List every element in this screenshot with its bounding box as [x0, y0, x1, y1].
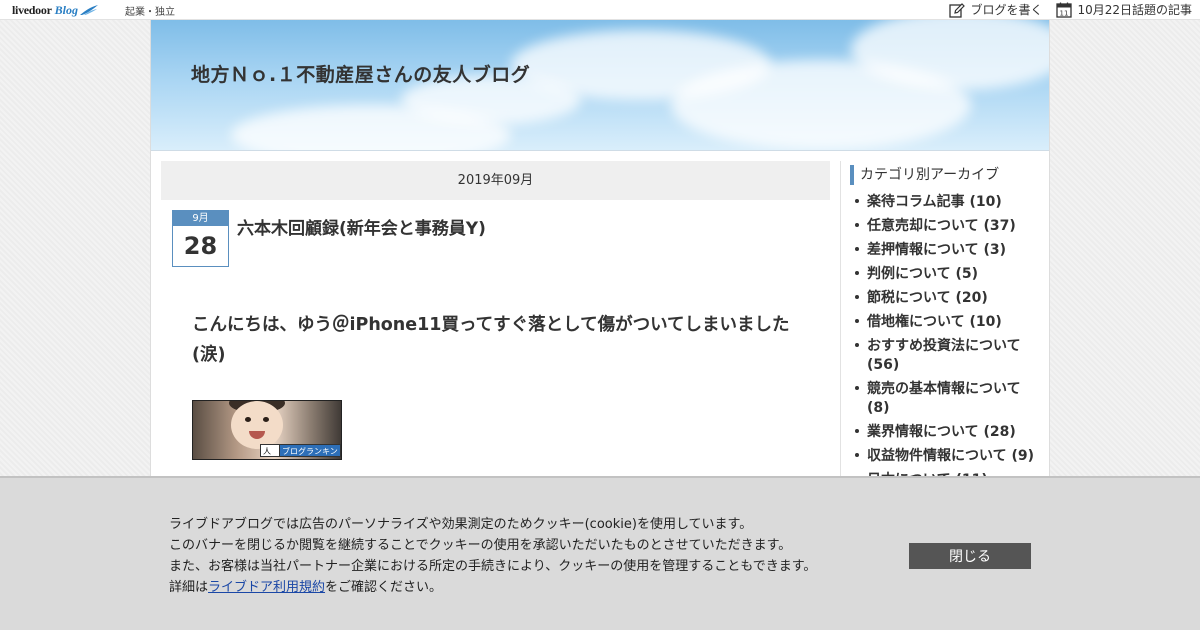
category-item[interactable]: 節税について (20): [852, 289, 1047, 308]
post-date-month: 9月: [173, 211, 228, 226]
blog-ranking-banner[interactable]: 人気 ブログランキング: [192, 400, 342, 460]
post-date-day: 28: [183, 232, 218, 260]
calendar-icon-day: 11: [1060, 9, 1069, 17]
cookie-notice-line: また、お客様は当社パートナー企業における所定の手続きにより、クッキーの使用を管理…: [169, 559, 817, 574]
blog-header: 地方Ｎｏ.１不動産屋さんの友人ブログ: [151, 20, 1049, 151]
livedoor-terms-link[interactable]: ライブドア利用規約: [208, 580, 325, 595]
logo-livedoor-text: livedoor: [12, 2, 52, 17]
category-item[interactable]: 判例について (5): [852, 265, 1047, 284]
category-item[interactable]: 差押情報について (3): [852, 241, 1047, 260]
blog-title[interactable]: 地方Ｎｏ.１不動産屋さんの友人ブログ: [191, 60, 530, 87]
trending-articles-link[interactable]: 11 10月22日話題の記事: [1056, 1, 1192, 18]
global-topbar: livedoor Blog 起業・独立 ブログを書く 11 10月22日話題の記…: [0, 0, 1200, 20]
blog-genre-tag[interactable]: 起業・独立: [125, 3, 175, 18]
ranking-tag-label: ブログランキング: [280, 444, 341, 457]
post-date-badge: 9月 28: [172, 210, 229, 267]
category-list: 楽待コラム記事 (10) 任意売却について (37) 差押情報について (3) …: [852, 193, 1047, 495]
trending-articles-label: 10月22日話題の記事: [1077, 3, 1192, 17]
cookie-notice-line: 詳細はライブドア利用規約をご確認ください。: [169, 577, 816, 598]
cookie-details-suffix: をご確認ください。: [325, 580, 443, 595]
baby-photo-eye: [245, 417, 251, 422]
category-item[interactable]: おすすめ投資法について (56): [852, 337, 1047, 375]
category-item[interactable]: 楽待コラム記事 (10): [852, 193, 1047, 212]
cookie-notice-text: ライブドアブログでは広告のパーソナライズや効果測定のためクッキー(cookie)…: [169, 514, 816, 598]
category-item[interactable]: 競売の基本情報について (8): [852, 380, 1047, 418]
cookie-notice-line: このバナーを閉じるか閲覧を継続することでクッキーの使用を承認いただいたものとさせ…: [169, 538, 792, 553]
post-title[interactable]: 六本木回顧録(新年会と事務員Y): [237, 214, 486, 239]
calendar-icon: 11: [1056, 2, 1073, 18]
archive-month-heading: 2019年09月: [161, 161, 830, 200]
category-item[interactable]: 任意売却について (37): [852, 217, 1047, 236]
baby-photo-eye: [263, 417, 269, 422]
livedoor-blog-logo[interactable]: livedoor Blog: [12, 2, 99, 18]
logo-blog-text: Blog: [54, 2, 78, 17]
ranking-tag: 人気 ブログランキング: [260, 444, 341, 457]
category-item[interactable]: 収益物件情報について (9): [852, 447, 1047, 466]
ranking-tag-popular: 人気: [260, 444, 281, 457]
category-item[interactable]: 借地権について (10): [852, 313, 1047, 332]
post-body-text: こんにちは、ゆう＠iPhone11買ってすぐ落として傷がついてしまいました(涙): [192, 315, 790, 365]
baby-photo: [231, 401, 283, 449]
category-item[interactable]: 業界情報について (28): [852, 423, 1047, 442]
cookie-details-prefix: 詳細は: [169, 580, 209, 595]
edit-icon: [949, 2, 966, 18]
write-blog-link[interactable]: ブログを書く: [949, 1, 1042, 18]
bird-icon: [79, 5, 98, 15]
cookie-consent-banner: ライブドアブログでは広告のパーソナライズや効果測定のためクッキー(cookie)…: [0, 476, 1200, 630]
cookie-notice-line: ライブドアブログでは広告のパーソナライズや効果測定のためクッキー(cookie)…: [169, 517, 753, 532]
topbar-actions: ブログを書く 11 10月22日話題の記事: [935, 1, 1192, 18]
cookie-close-button[interactable]: 閉じる: [909, 543, 1031, 569]
category-archive-heading: カテゴリ別アーカイブ: [850, 165, 999, 185]
write-blog-label: ブログを書く: [970, 3, 1043, 17]
